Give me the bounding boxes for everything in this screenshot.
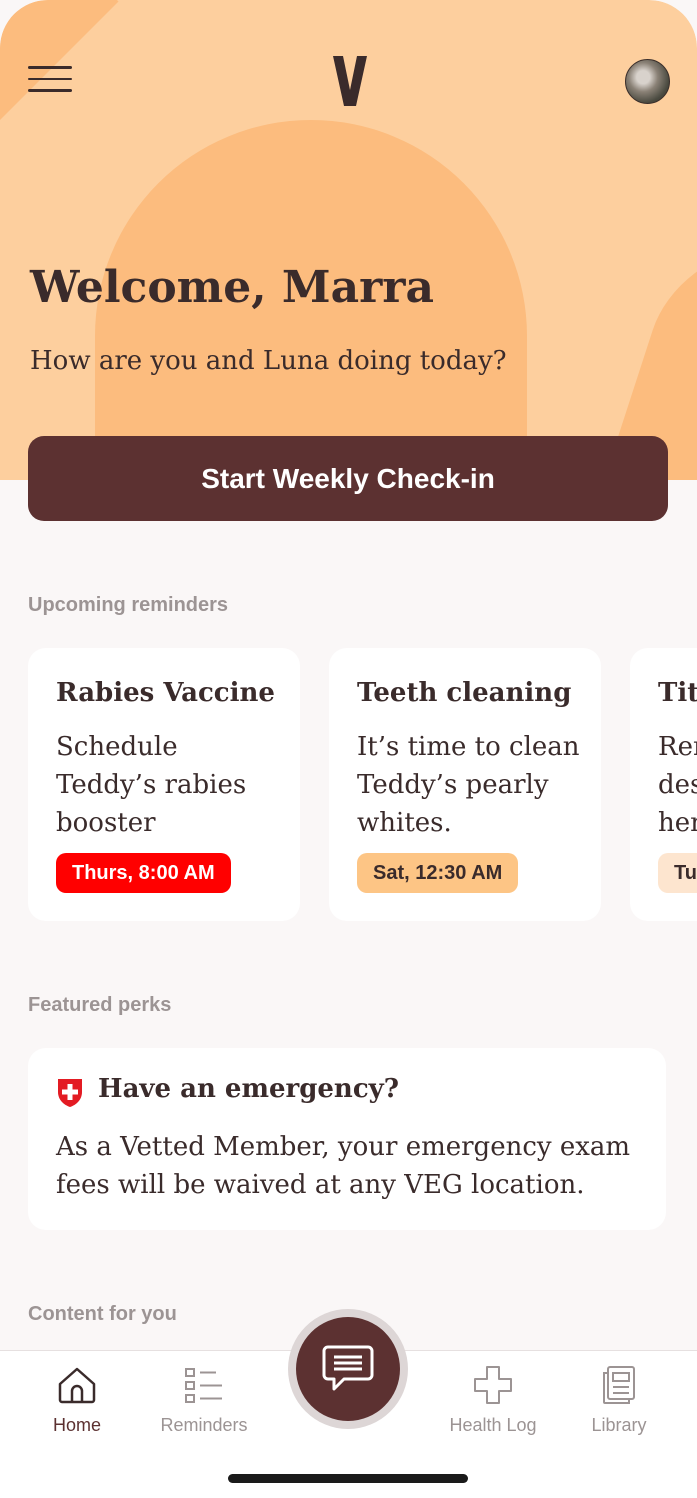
home-indicator (228, 1474, 468, 1483)
page-title: Welcome, Marra (30, 262, 434, 313)
list-icon (185, 1368, 222, 1403)
cross-icon (474, 1366, 512, 1404)
library-icon (603, 1366, 635, 1404)
medical-shield-icon (58, 1079, 82, 1107)
tab-label: Reminders (160, 1415, 248, 1435)
reminder-body: Schedule Teddy’s rabies booster (56, 732, 247, 838)
tab-library[interactable]: Library (564, 1365, 674, 1445)
reminder-card[interactable]: Tit Rer des her Tu (630, 648, 697, 921)
reminder-time-badge: Tu (658, 853, 697, 893)
content-section-label: Content for you (28, 1303, 177, 1325)
home-icon (58, 1367, 96, 1404)
reminder-card[interactable]: Teeth cleaning It’s time to clean Teddy’… (329, 648, 601, 921)
reminder-time-badge: Sat, 12:30 AM (357, 853, 519, 893)
emergency-perk-card[interactable]: Have an emergency? As a Vetted Member, y… (28, 1048, 666, 1230)
tab-health-log[interactable]: Health Log (438, 1365, 548, 1445)
chat-icon (322, 1345, 374, 1391)
welcome-subtitle: How are you and Luna doing today? (30, 346, 507, 376)
perks-section-label: Featured perks (28, 994, 172, 1016)
reminder-title: Teeth cleaning (357, 678, 572, 708)
tab-home[interactable]: Home (22, 1365, 132, 1445)
reminder-title: Rabies Vaccine (56, 678, 275, 708)
tab-label: Health Log (449, 1415, 537, 1435)
perk-body: As a Vetted Member, your emergency exam … (56, 1132, 631, 1200)
reminder-time-badge: Thurs, 8:00 AM (56, 853, 231, 893)
logo (333, 56, 367, 111)
reminder-body: Rer des her (658, 732, 697, 838)
home-screen: Welcome, Marra How are you and Luna doin… (0, 0, 697, 1498)
reminder-card[interactable]: Rabies Vaccine Schedule Teddy’s rabies b… (28, 648, 300, 921)
start-checkin-button[interactable]: Start Weekly Check-in (28, 436, 668, 521)
reminder-body: It’s time to clean Teddy’s pearly whites… (357, 732, 580, 838)
chat-button[interactable] (288, 1309, 408, 1429)
tab-label: Library (591, 1415, 647, 1435)
tab-label: Home (52, 1415, 101, 1435)
reminder-title: Tit (658, 678, 697, 708)
reminders-section-label: Upcoming reminders (28, 594, 229, 616)
menu-icon[interactable] (28, 66, 72, 94)
logo-icon (333, 56, 367, 106)
tab-reminders[interactable]: Reminders (149, 1365, 259, 1445)
avatar[interactable] (625, 59, 670, 104)
perk-title: Have an emergency? (98, 1074, 400, 1104)
